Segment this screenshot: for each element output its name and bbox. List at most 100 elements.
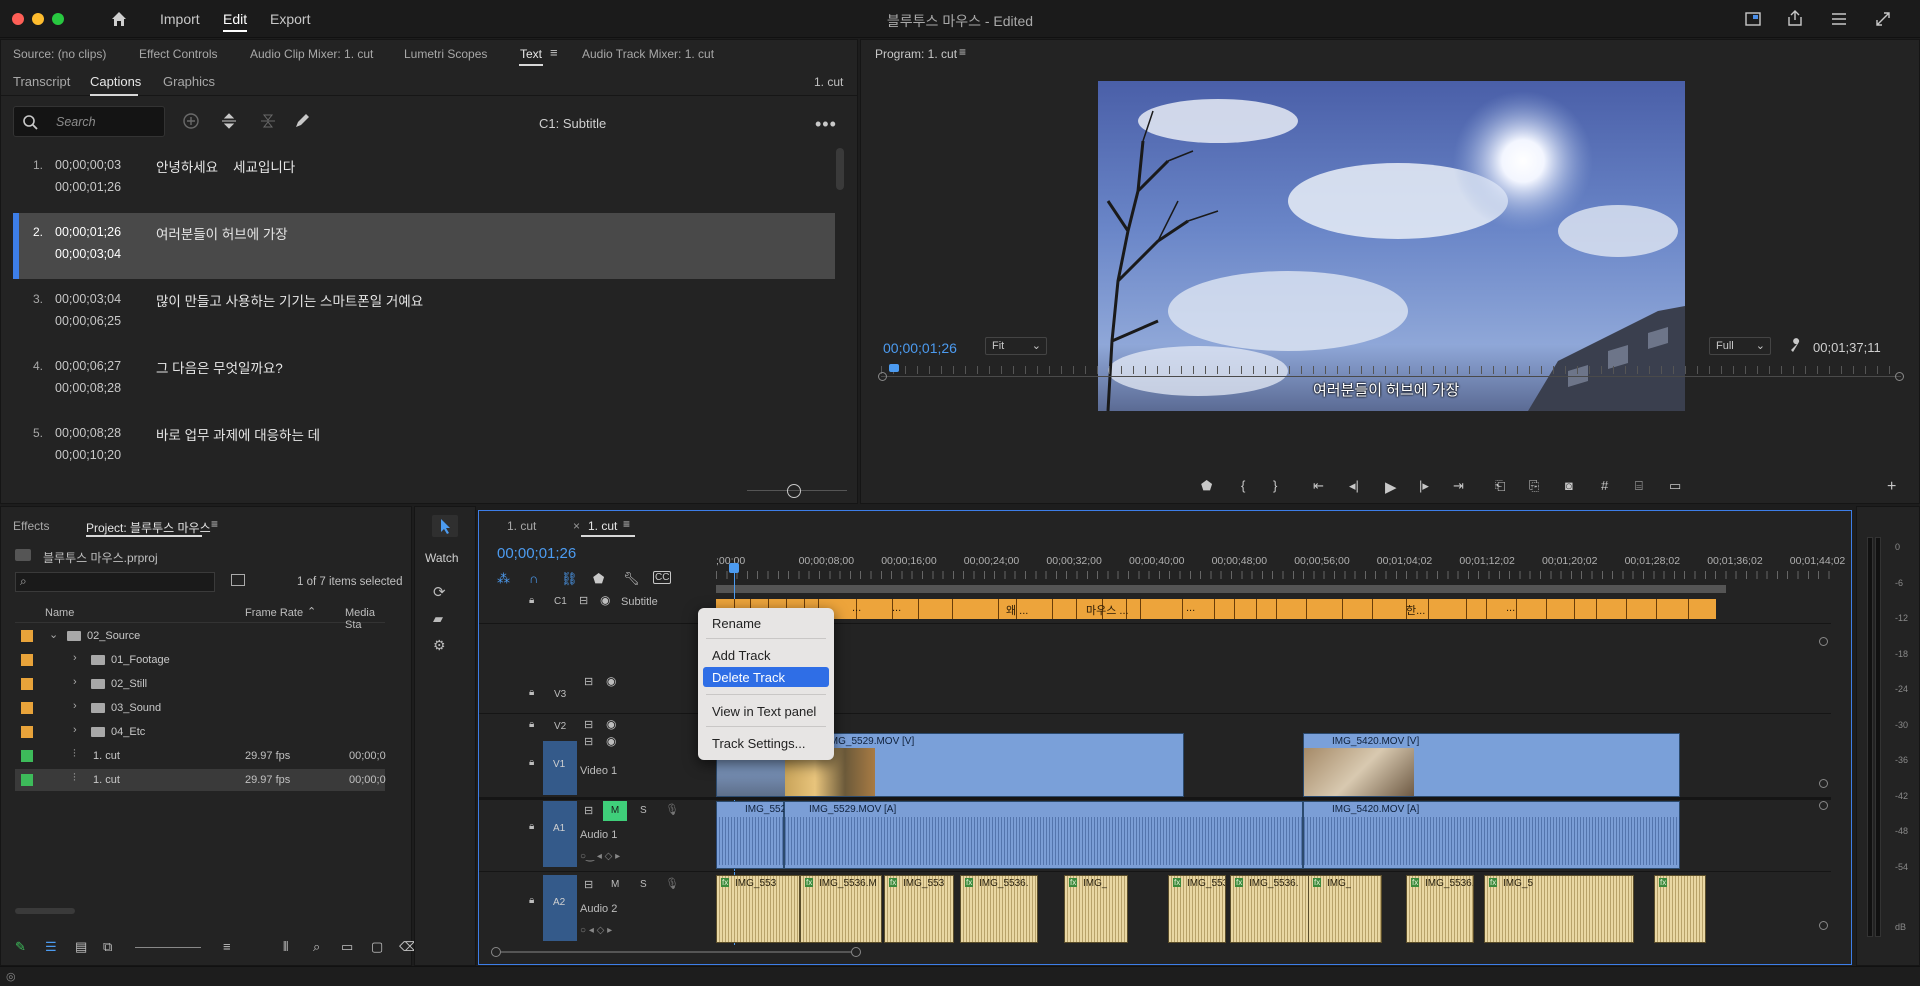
chevron-down-icon[interactable]: ⌄ bbox=[49, 628, 58, 641]
tab-effect-controls[interactable]: Effect Controls bbox=[139, 47, 217, 61]
lock-icon[interactable]: 🔒︎ bbox=[529, 687, 534, 698]
track-target-a1[interactable]: A1 bbox=[543, 801, 577, 867]
caption-row[interactable]: 3. 00;00;03;04 00;00;06;25 많이 만들고 사용하는 기… bbox=[13, 280, 835, 346]
project-menu-icon[interactable]: ≡ bbox=[211, 517, 218, 531]
icon-view-icon[interactable]: ▤ bbox=[75, 939, 87, 955]
menu-delete-track[interactable]: Delete Track bbox=[712, 670, 785, 685]
go-to-out-icon[interactable]: ⇥ bbox=[1453, 478, 1464, 494]
more-options-icon[interactable]: ••• bbox=[815, 114, 837, 135]
caption-row-selected[interactable]: 2. 00;00;01;26 00;00;03;04 여러분들이 허브에 가장 bbox=[13, 213, 835, 279]
subtab-captions[interactable]: Captions bbox=[90, 74, 141, 89]
zoom-window-button[interactable] bbox=[52, 13, 64, 25]
volume-keyframe-icon[interactable]: ○ ◂ ◇ ▸ bbox=[580, 925, 612, 936]
vertical-zoom-handle[interactable] bbox=[1819, 779, 1828, 788]
subtab-transcript[interactable]: Transcript bbox=[13, 74, 70, 89]
time-ruler[interactable]: ;00;00 00;00;08;00 00;00;16;00 00;00;24;00 0… bbox=[716, 555, 1845, 583]
subtitle-clip-edge[interactable] bbox=[1688, 599, 1689, 619]
audio2-clip[interactable]: fx IMG_553 bbox=[716, 875, 800, 943]
add-caption-icon[interactable] bbox=[182, 112, 200, 133]
caption-search-box[interactable]: Search bbox=[13, 106, 165, 137]
project-item[interactable]: › 03_Sound bbox=[15, 697, 385, 719]
gear-icon[interactable]: ⚙ bbox=[433, 637, 446, 654]
audio2-clip[interactable]: fx IMG_ bbox=[1308, 875, 1382, 943]
audio2-clip[interactable]: fx bbox=[1654, 875, 1706, 943]
mute-button[interactable]: M bbox=[603, 801, 627, 821]
menu-track-settings[interactable]: Track Settings... bbox=[712, 736, 805, 751]
toggle-sync-icon[interactable]: ⊟ bbox=[584, 878, 593, 891]
tab-audio-track-mixer[interactable]: Audio Track Mixer: 1. cut bbox=[582, 47, 714, 61]
new-bin-icon[interactable]: ▭ bbox=[341, 939, 353, 955]
subtitle-clip-edge[interactable] bbox=[918, 599, 919, 619]
safe-margins-icon[interactable]: ▭ bbox=[1669, 478, 1681, 494]
project-hscrollbar[interactable] bbox=[15, 908, 75, 914]
track-header-c1[interactable]: 🔒︎ C1 ⊟ ◉ Subtitle bbox=[479, 593, 715, 611]
go-to-in-icon[interactable]: ⇤ bbox=[1313, 478, 1324, 494]
tab-effects[interactable]: Effects bbox=[13, 519, 49, 533]
label-color-swatch[interactable] bbox=[21, 678, 33, 690]
program-playhead[interactable] bbox=[889, 364, 899, 372]
mark-in-icon[interactable]: { bbox=[1241, 478, 1245, 493]
project-item[interactable]: ⫶ 1. cut 29.97 fps 00;00;0 bbox=[15, 745, 386, 767]
caption-text[interactable]: 여러분들이 허브에 가장 bbox=[156, 223, 288, 243]
subtitle-clip-edge[interactable] bbox=[998, 599, 999, 619]
audio2-clip[interactable]: fx IMG_5536. bbox=[960, 875, 1038, 943]
solo-button[interactable]: S bbox=[640, 805, 647, 816]
track-target-a2[interactable]: A2 bbox=[543, 875, 577, 941]
subtitle-clip-edge[interactable] bbox=[1342, 599, 1343, 619]
toggle-sync-icon[interactable]: ⊟ bbox=[584, 804, 593, 817]
subtitle-clip-edge[interactable] bbox=[1256, 599, 1257, 619]
fit-dropdown[interactable]: Fit ⌄ bbox=[985, 337, 1047, 355]
wrench-icon[interactable] bbox=[1789, 338, 1803, 355]
menu-view-in-text-panel[interactable]: View in Text panel bbox=[712, 704, 816, 719]
track-header-a2[interactable]: 🔒︎ A2 ⊟ M S 🎙︎ Audio 2 ○ ◂ ◇ ▸ bbox=[479, 875, 715, 943]
automate-icon[interactable]: ⫴ bbox=[283, 939, 288, 955]
work-area-bar[interactable] bbox=[716, 585, 1726, 593]
column-name[interactable]: Name bbox=[45, 607, 74, 619]
vertical-zoom-handle[interactable] bbox=[1819, 921, 1828, 930]
caption-out-time[interactable]: 00;00;06;25 bbox=[55, 314, 121, 328]
grid-icon[interactable]: # bbox=[1601, 478, 1608, 493]
selection-tool-icon[interactable] bbox=[432, 515, 458, 537]
mark-out-icon[interactable]: } bbox=[1273, 478, 1277, 493]
chevron-right-icon[interactable]: › bbox=[73, 652, 77, 664]
toggle-sync-icon[interactable]: ⊟ bbox=[584, 718, 593, 731]
subtitle-clip-edge[interactable] bbox=[1466, 599, 1467, 619]
program-time-ruler[interactable] bbox=[878, 362, 1904, 384]
lock-icon[interactable]: 🔒︎ bbox=[529, 895, 534, 906]
audio2-clip[interactable]: fx IMG_5536. bbox=[1168, 875, 1226, 943]
tab-lumetri-scopes[interactable]: Lumetri Scopes bbox=[404, 47, 487, 61]
caption-in-time[interactable]: 00;00;08;28 bbox=[55, 426, 121, 440]
project-item[interactable]: › 01_Footage bbox=[15, 649, 385, 671]
fullscreen-icon[interactable] bbox=[1874, 10, 1892, 31]
menu-rename[interactable]: Rename bbox=[712, 616, 761, 631]
caption-text[interactable]: 그 다음은 무엇일까요? bbox=[156, 357, 283, 377]
new-search-bin-icon[interactable] bbox=[231, 574, 245, 586]
subtitle-clip-edge[interactable] bbox=[1140, 599, 1141, 619]
label-color-swatch[interactable] bbox=[21, 774, 33, 786]
vertical-zoom-handle[interactable] bbox=[1819, 801, 1828, 810]
subtitle-clip-edge[interactable] bbox=[1656, 599, 1657, 619]
minimize-window-button[interactable] bbox=[32, 13, 44, 25]
microphone-icon[interactable]: 🎙︎ bbox=[665, 877, 679, 890]
caption-in-time[interactable]: 00;00;00;03 bbox=[55, 158, 121, 172]
program-menu-icon[interactable]: ≡ bbox=[959, 45, 966, 59]
lock-icon[interactable]: 🔒︎ bbox=[529, 595, 534, 606]
caption-out-time[interactable]: 00;00;03;04 bbox=[55, 247, 121, 261]
audio2-clip[interactable]: fx IMG_5536.MOV [110%] bbox=[1406, 875, 1474, 943]
add-marker-icon[interactable]: ⬟ bbox=[1201, 478, 1212, 494]
timeline-timecode[interactable]: 00;00;01;26 bbox=[497, 545, 576, 562]
caption-in-time[interactable]: 00;00;03;04 bbox=[55, 292, 121, 306]
eye-icon[interactable]: ◉ bbox=[600, 593, 610, 607]
close-tab-icon[interactable]: × bbox=[573, 519, 580, 533]
project-search-input[interactable]: ⌕ bbox=[15, 572, 215, 592]
chevron-right-icon[interactable]: › bbox=[73, 724, 77, 736]
eye-icon[interactable]: ◉ bbox=[606, 717, 616, 731]
tab-menu-icon[interactable]: ≡ bbox=[550, 45, 558, 60]
add-marker-icon[interactable]: ⬟ bbox=[593, 571, 604, 587]
zoom-slider[interactable] bbox=[135, 947, 201, 948]
subtitle-clip-edge[interactable] bbox=[1182, 599, 1183, 619]
tab-text[interactable]: Text bbox=[520, 47, 542, 61]
settings-wrench-icon[interactable]: 🔧︎ bbox=[623, 571, 640, 587]
project-item[interactable]: ⌄ 02_Source bbox=[15, 625, 385, 647]
freeform-view-icon[interactable]: ⧉ bbox=[103, 939, 112, 955]
